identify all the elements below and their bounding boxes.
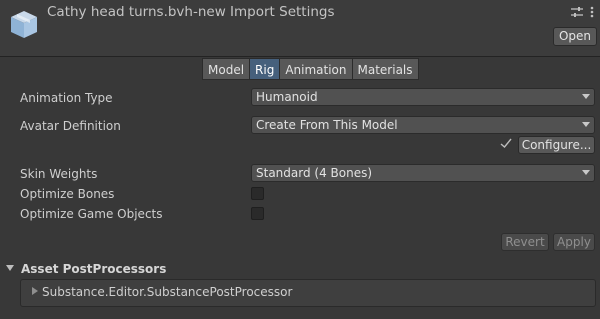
checkmark-icon (500, 136, 514, 152)
open-button[interactable]: Open (553, 27, 597, 46)
skin-weights-value: Standard (4 Bones) (256, 166, 373, 180)
skin-weights-label: Skin Weights (20, 167, 98, 181)
optimize-bones-checkbox[interactable] (251, 187, 264, 200)
import-tabs: Model Rig Animation Materials (202, 58, 419, 80)
optimize-game-objects-checkbox[interactable] (251, 207, 264, 220)
animation-type-value: Humanoid (256, 90, 318, 104)
optimize-game-objects-label: Optimize Game Objects (20, 207, 163, 221)
postprocessor-name: Substance.Editor.SubstancePostProcessor (42, 285, 293, 299)
chevron-down-icon (582, 170, 590, 175)
foldout-expanded-icon[interactable] (6, 265, 14, 271)
postprocessors-header[interactable]: Asset PostProcessors (21, 262, 166, 276)
asset-file-icon (11, 11, 37, 38)
revert-button[interactable]: Revert (501, 233, 549, 251)
header-divider (0, 56, 600, 57)
tab-rig[interactable]: Rig (249, 58, 281, 80)
animation-type-dropdown[interactable]: Humanoid (251, 88, 595, 106)
inspector-title: Cathy head turns.bvh-new Import Settings (47, 4, 335, 20)
optimize-bones-label: Optimize Bones (20, 187, 115, 201)
foldout-collapsed-icon[interactable] (32, 287, 38, 295)
configure-button[interactable]: Configure... (518, 136, 595, 154)
presets-icon[interactable] (570, 5, 584, 19)
apply-button[interactable]: Apply (553, 233, 595, 251)
chevron-down-icon (582, 94, 590, 99)
animation-type-label: Animation Type (20, 91, 113, 105)
more-options-icon[interactable] (585, 5, 599, 19)
tab-model[interactable]: Model (202, 58, 251, 80)
skin-weights-dropdown[interactable]: Standard (4 Bones) (251, 164, 595, 182)
avatar-definition-label: Avatar Definition (20, 119, 121, 133)
avatar-definition-dropdown[interactable]: Create From This Model (251, 116, 595, 134)
avatar-definition-value: Create From This Model (256, 118, 398, 132)
tab-animation[interactable]: Animation (279, 58, 353, 80)
chevron-down-icon (582, 122, 590, 127)
tab-materials[interactable]: Materials (351, 58, 419, 80)
